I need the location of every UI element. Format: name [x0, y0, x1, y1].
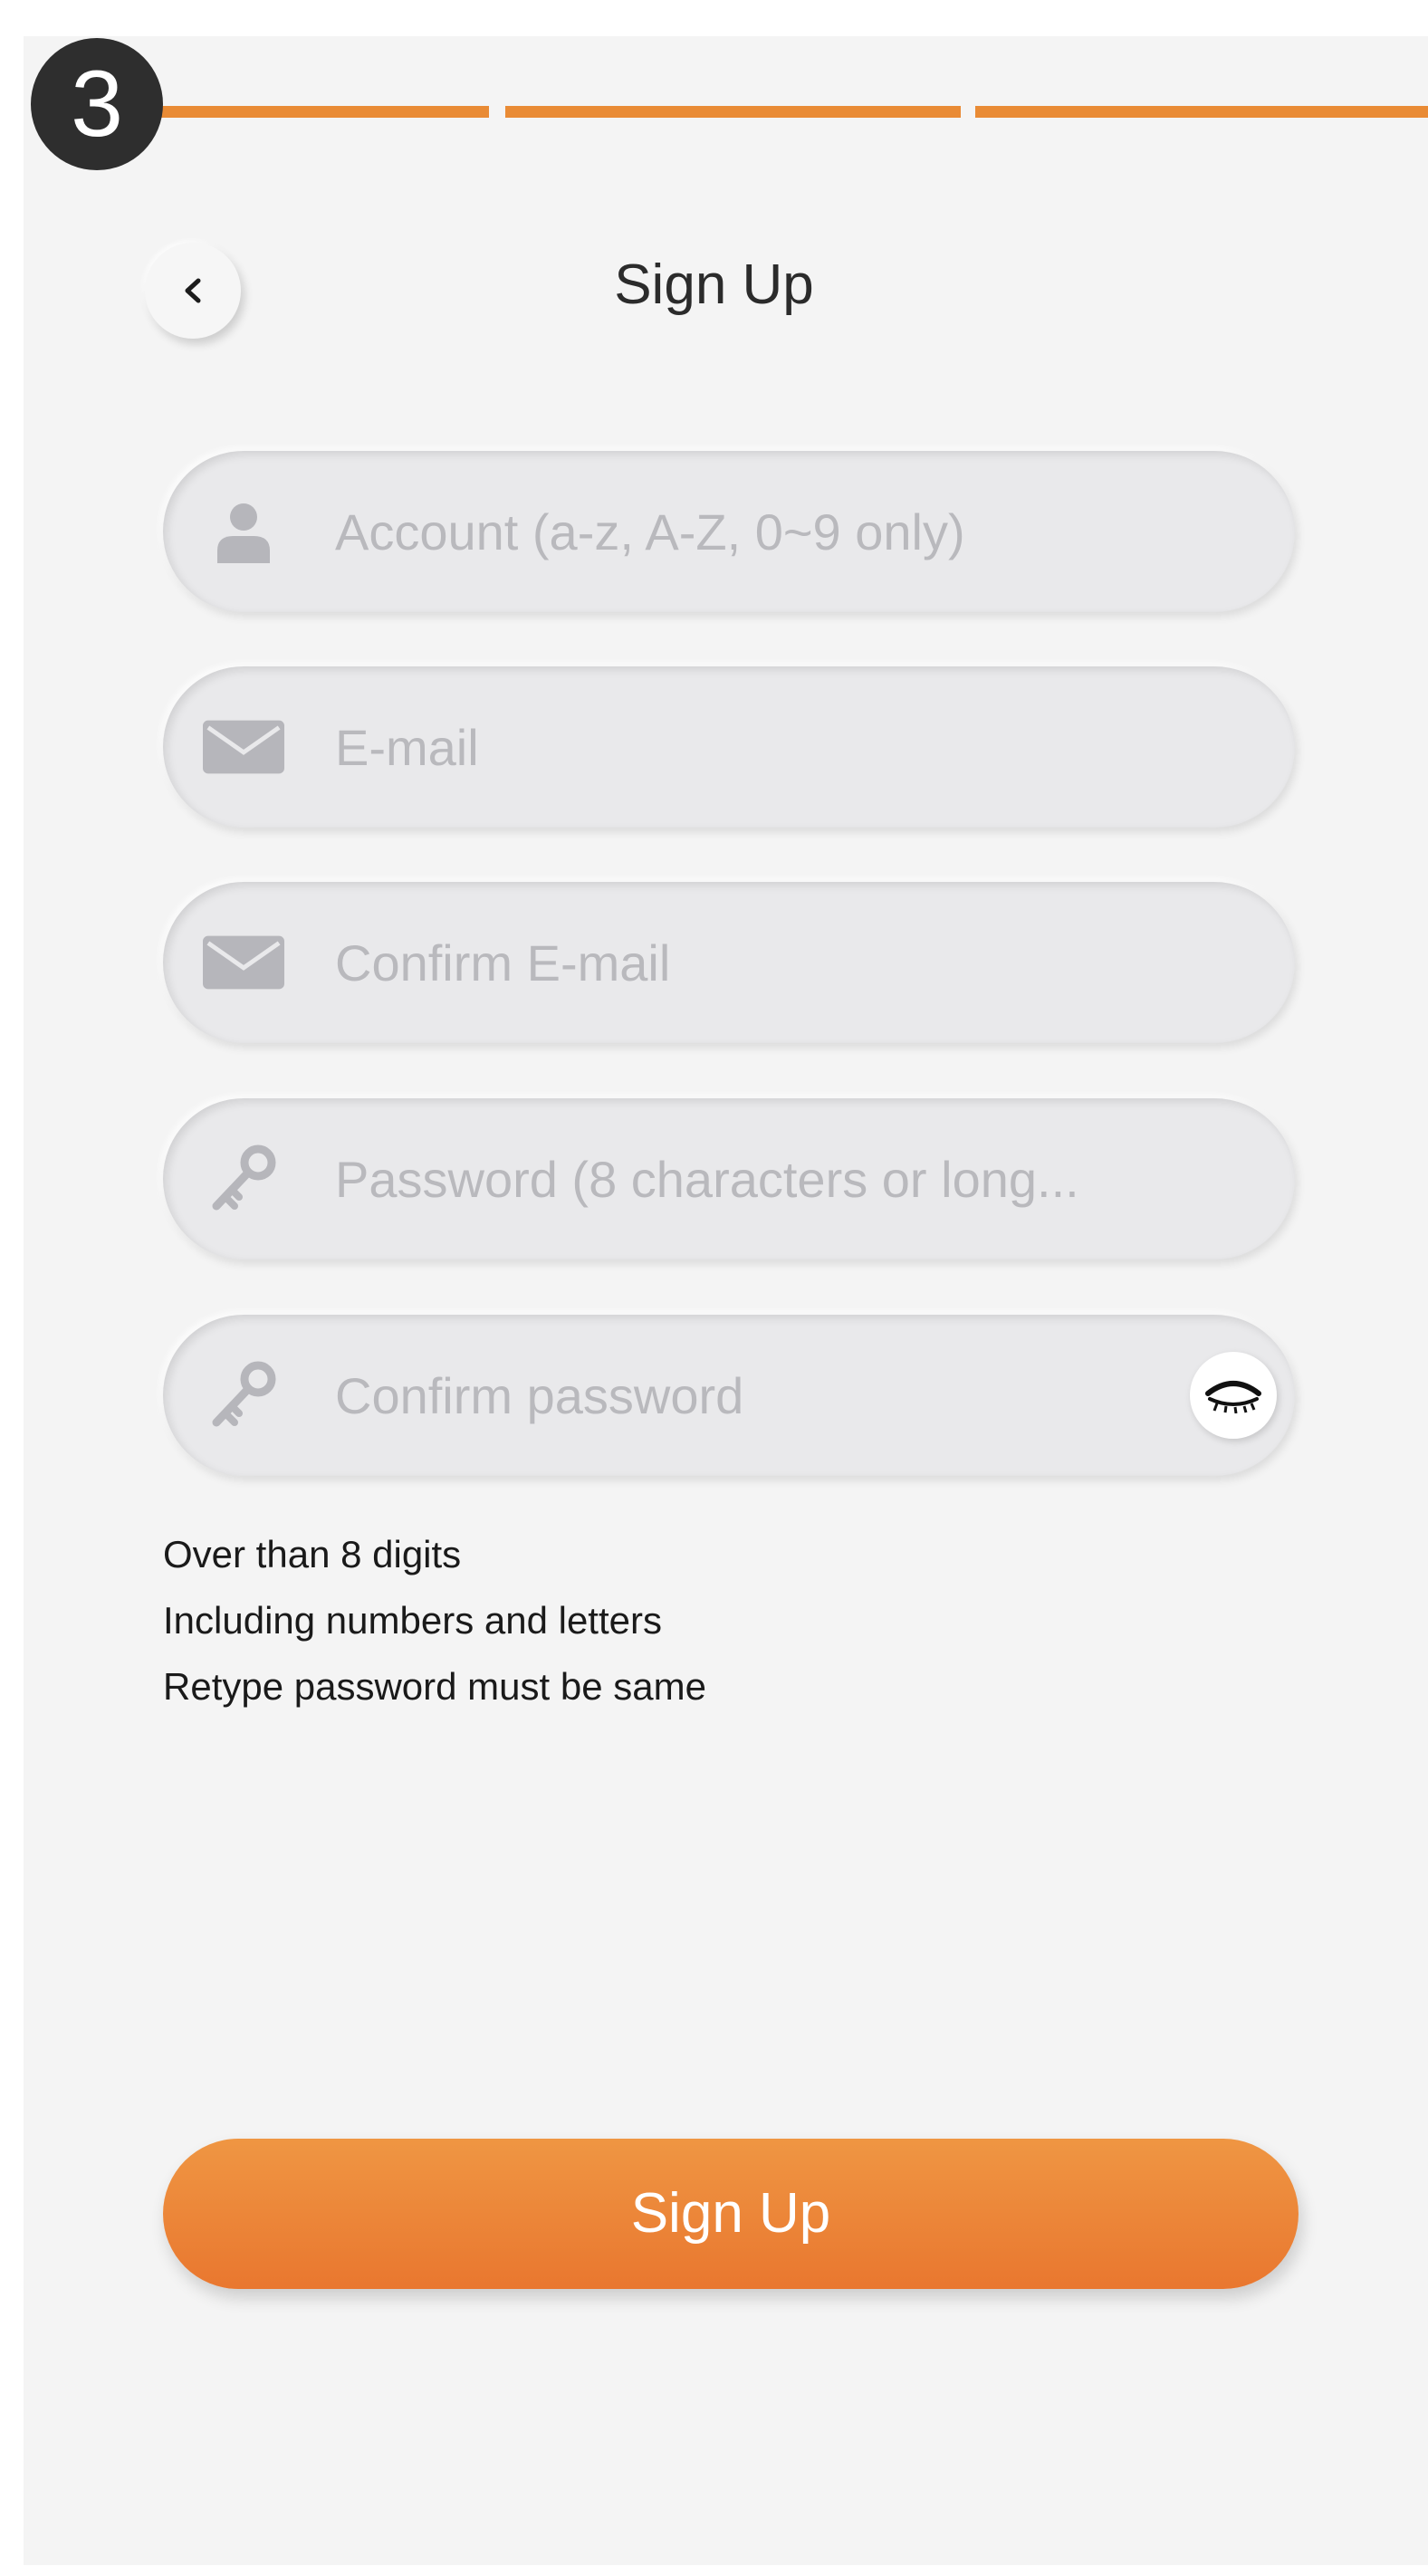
key-icon — [203, 1138, 284, 1220]
password-hints: Over than 8 digits Including numbers and… — [163, 1521, 706, 1719]
password-input[interactable] — [335, 1098, 1241, 1259]
confirm-email-field[interactable] — [163, 882, 1295, 1043]
key-icon — [203, 1355, 284, 1436]
confirm-password-input[interactable] — [335, 1315, 1132, 1476]
step-number-badge: 3 — [31, 38, 163, 170]
hint-line: Over than 8 digits — [163, 1533, 462, 1575]
progress-segment-3 — [975, 106, 1428, 118]
confirm-email-input[interactable] — [335, 882, 1241, 1043]
confirm-password-field[interactable] — [163, 1315, 1295, 1476]
user-icon — [203, 491, 284, 572]
progress-segment-2 — [505, 106, 961, 118]
eye-closed-icon — [1205, 1381, 1261, 1413]
envelope-icon — [203, 922, 284, 1003]
password-field[interactable] — [163, 1098, 1295, 1259]
page-title: Sign Up — [614, 254, 814, 316]
envelope-icon — [203, 706, 284, 788]
account-field[interactable] — [163, 451, 1295, 612]
account-input[interactable] — [335, 451, 1241, 612]
sign-up-button[interactable]: Sign Up — [163, 2139, 1299, 2289]
hint-line: Retype password must be same — [163, 1665, 706, 1708]
progress-segment-1 — [145, 106, 489, 118]
password-visibility-toggle[interactable] — [1190, 1352, 1277, 1439]
email-field[interactable] — [163, 666, 1295, 828]
hint-line: Including numbers and letters — [163, 1599, 662, 1642]
email-input[interactable] — [335, 666, 1241, 828]
